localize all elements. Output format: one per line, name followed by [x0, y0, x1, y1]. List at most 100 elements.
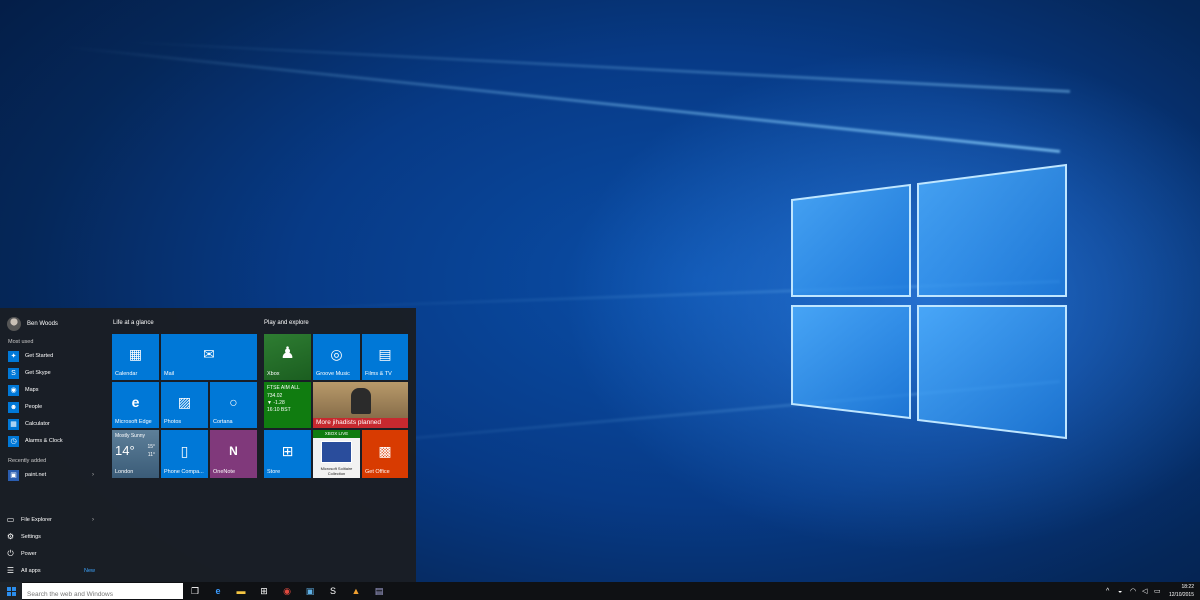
app-paint-net[interactable]: ▣ paint.net › — [8, 468, 100, 482]
film-icon: ▤ — [378, 346, 392, 363]
app-people[interactable]: ☻ People — [8, 400, 100, 414]
task-view-icon[interactable]: ❐ — [189, 585, 201, 597]
wifi-icon[interactable]: ◠ — [1130, 582, 1136, 600]
folder-icon: ▭ — [6, 515, 15, 524]
vlc-icon[interactable]: ▲ — [350, 585, 362, 597]
tile-weather[interactable]: Mostly Sunny 14° 15° 11° London — [112, 430, 159, 478]
weather-temperature: 14° — [115, 443, 135, 458]
notification-icon[interactable]: ▭ — [1154, 582, 1161, 600]
maps-icon: ◉ — [8, 384, 19, 396]
tile-solitaire[interactable]: XBOX LIVE Microsoft Solitaire Collection — [313, 430, 360, 478]
edge-icon: e — [131, 394, 140, 411]
tile-get-office[interactable]: ▩ Get Office — [362, 430, 408, 478]
tile-label: Xbox — [267, 371, 280, 377]
gear-icon: ⚙ — [6, 532, 15, 541]
app-taskbar-icon[interactable]: ▤ — [373, 585, 385, 597]
tile-microsoft-edge[interactable]: e Microsoft Edge — [112, 382, 159, 428]
store-icon: ⊞ — [281, 443, 294, 460]
tile-films-tv[interactable]: ▤ Films & TV — [362, 334, 408, 380]
store-taskbar-icon[interactable]: ⊞ — [258, 585, 270, 597]
all-apps-button[interactable]: ☰ All apps New — [6, 564, 100, 578]
tile-mail[interactable]: ✉ Mail — [161, 334, 257, 380]
tile-calendar[interactable]: ▦ Calendar — [112, 334, 159, 380]
tile-label: Phone Compa... — [164, 469, 204, 475]
file-explorer-label: File Explorer — [21, 517, 52, 523]
chevron-right-icon[interactable]: › — [92, 517, 94, 523]
file-explorer-button[interactable]: ▭ File Explorer › — [6, 513, 100, 527]
cortana-icon: ○ — [229, 394, 238, 411]
app-alarms-clock[interactable]: ◷ Alarms & Clock — [8, 434, 100, 448]
tile-news[interactable]: More jihadists planned — [313, 382, 408, 428]
user-account[interactable]: Ben Woods — [7, 316, 58, 332]
windows-icon — [6, 586, 16, 596]
new-badge: New — [83, 568, 95, 574]
start-menu: Ben Woods Most used ✦ Get Started S Get … — [0, 308, 416, 582]
edge-taskbar-icon[interactable]: e — [212, 585, 224, 597]
app-label: Calculator — [25, 421, 50, 427]
paintnet-icon: ▣ — [8, 469, 19, 481]
settings-label: Settings — [21, 534, 41, 540]
tile-label: Get Office — [365, 469, 390, 475]
list-icon: ☰ — [6, 566, 15, 575]
group-title-play[interactable]: Play and explore — [264, 320, 309, 326]
file-explorer-taskbar-icon[interactable]: ▬ — [235, 585, 247, 597]
chevron-right-icon[interactable]: › — [92, 472, 94, 478]
ftse-time: 16:10 BST — [267, 407, 291, 413]
onenote-icon: N — [229, 444, 238, 459]
tile-groove-music[interactable]: ◎ Groove Music — [313, 334, 360, 380]
mail-icon: ✉ — [203, 346, 215, 363]
ftse-value: 734.02 — [267, 393, 283, 399]
volume-icon[interactable]: ◁ — [1142, 582, 1147, 600]
tile-store[interactable]: ⊞ Store — [264, 430, 311, 478]
user-name: Ben Woods — [27, 321, 58, 327]
tile-label: Microsoft Solitaire Collection — [320, 466, 353, 476]
app-calculator[interactable]: ▦ Calculator — [8, 417, 100, 431]
all-apps-label: All apps — [21, 568, 41, 574]
search-box[interactable] — [22, 583, 183, 600]
ftse-change: ▼ -1.28 — [267, 400, 285, 406]
tile-phone-companion[interactable]: ▯ Phone Compa... — [161, 430, 208, 478]
app-label: paint.net — [25, 472, 47, 478]
tile-label: Groove Music — [316, 371, 350, 377]
app-get-skype[interactable]: S Get Skype — [8, 366, 100, 380]
settings-button[interactable]: ⚙ Settings — [6, 530, 100, 544]
power-icon: ⏻ — [7, 549, 14, 558]
search-input[interactable] — [27, 586, 177, 600]
tile-money-ftse[interactable]: FTSE AIM ALL 734.02 ▼ -1.28 16:10 BST — [264, 382, 311, 428]
skype-taskbar-icon[interactable]: S — [327, 585, 339, 597]
recently-added-heading: Recently added — [8, 458, 47, 464]
tile-label: Cortana — [213, 419, 233, 425]
paintnet-taskbar-icon[interactable]: ▣ — [304, 585, 316, 597]
app-maps[interactable]: ◉ Maps — [8, 383, 100, 397]
app-label: Get Skype — [25, 370, 51, 376]
tile-label: Microsoft Edge — [115, 419, 152, 425]
news-headline: More jihadists planned — [316, 419, 382, 426]
tile-label: Mail — [164, 371, 175, 377]
tile-cortana[interactable]: ○ Cortana — [210, 382, 257, 428]
network-icon[interactable]: ◒ — [1118, 582, 1122, 600]
app-label: Get Started — [25, 353, 54, 359]
people-icon: ☻ — [8, 401, 19, 413]
calendar-icon: ▦ — [128, 346, 143, 363]
tile-photos[interactable]: ▨ Photos — [161, 382, 208, 428]
tile-onenote[interactable]: N OneNote — [210, 430, 257, 478]
chevron-up-icon[interactable]: ^ — [1106, 582, 1109, 600]
app-get-started[interactable]: ✦ Get Started — [8, 349, 100, 363]
calculator-icon: ▦ — [8, 418, 19, 430]
power-button[interactable]: ⏻ Power — [6, 547, 100, 561]
xbox-icon: ♟ — [280, 345, 295, 363]
tile-label: Photos — [164, 419, 182, 425]
tile-xbox[interactable]: ♟ Xbox — [264, 334, 311, 380]
clock-date: 12/10/2015 — [1168, 592, 1194, 598]
most-used-heading: Most used — [8, 339, 34, 345]
group-title-life[interactable]: Life at a glance — [113, 320, 154, 326]
chrome-icon[interactable]: ◉ — [281, 585, 293, 597]
cards-icon — [321, 441, 352, 463]
start-button[interactable] — [0, 582, 22, 600]
phone-icon: ▯ — [180, 443, 189, 460]
weather-condition: Mostly Sunny — [115, 433, 146, 439]
clock[interactable]: 18:22 12/10/2015 — [1169, 583, 1194, 599]
taskbar: ❐ e ▬ ⊞ ◉ ▣ S ▲ ▤ ^ ◒ ◠ ◁ ▭ 18:22 12/10/… — [0, 582, 1200, 600]
photos-icon: ▨ — [177, 394, 192, 411]
music-icon: ◎ — [330, 346, 343, 363]
